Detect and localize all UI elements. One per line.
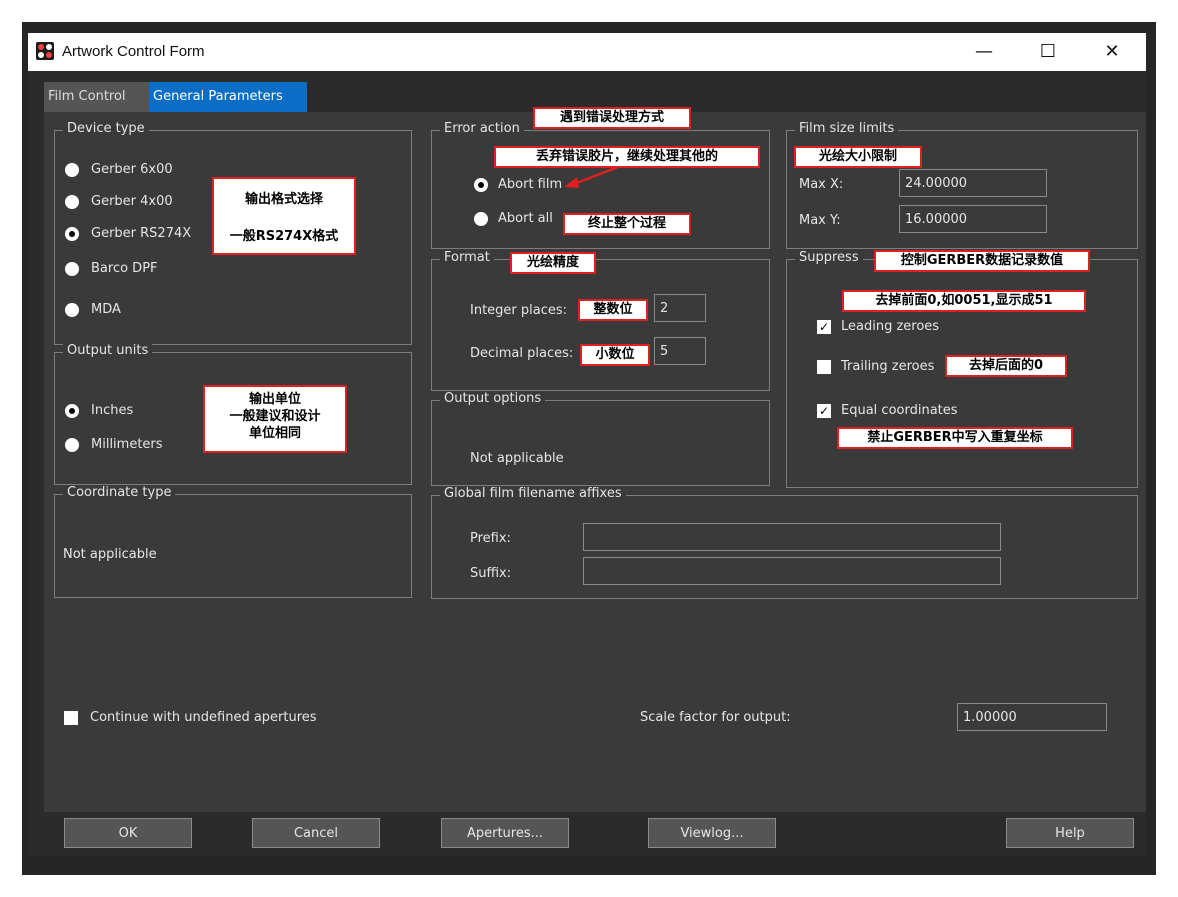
continue-undefined-label: Continue with undefined apertures [90,710,317,725]
output-units-label: Output units [63,343,153,358]
film-size-annotation: 光绘大小限制 [794,146,922,168]
integer-places-annotation: 整数位 [578,299,648,321]
decimal-places-input[interactable]: 5 [654,337,706,365]
radio-mda[interactable] [65,303,79,317]
minimize-icon[interactable]: — [961,37,1007,67]
radio-inches[interactable] [65,404,79,418]
decimal-places-label: Decimal places: [470,346,574,361]
abort-film-annotation: 丢弃错误胶片，继续处理其他的 [494,146,760,168]
window-title: Artwork Control Form [62,43,205,60]
annotation-arrow [564,165,619,188]
tab-general-parameters[interactable]: General Parameters [149,82,307,112]
gerber-6x00-label: Gerber 6x00 [91,162,173,177]
tab-film-control[interactable]: Film Control [44,82,152,112]
status-bar [22,856,1156,875]
max-x-label: Max X: [799,177,844,192]
prefix-input[interactable] [583,523,1001,551]
arrow-head [564,177,579,188]
radio-abort-all[interactable] [474,212,488,226]
apertures-button[interactable]: Apertures... [441,818,569,848]
max-x-input[interactable]: 24.00000 [899,169,1047,197]
filename-affixes-label: Global film filename affixes [440,486,626,501]
radio-gerber-4x00[interactable] [65,195,79,209]
continue-undefined-checkbox[interactable] [64,711,78,725]
equal-coordinates-checkbox[interactable]: ✓ [817,404,831,418]
output-options-label: Output options [440,391,546,406]
mda-label: MDA [91,302,121,317]
radio-barco-dpf[interactable] [65,262,79,276]
close-icon[interactable]: ✕ [1089,37,1135,67]
millimeters-label: Millimeters [91,437,163,452]
integer-places-input[interactable]: 2 [654,294,706,322]
device-type-note-line2: 一般RS274X格式 [229,229,339,244]
format-label: Format [440,250,494,265]
leading-zeroes-annotation: 去掉前面0,如0051,显示成51 [842,290,1086,312]
output-units-note-line1: 输出单位 [248,392,301,407]
arrow-shaft [573,165,619,186]
coordinate-type-label: Coordinate type [63,485,176,500]
suppress-annotation: 控制GERBER数据记录数值 [874,250,1090,272]
abort-film-label: Abort film [498,177,563,192]
equal-coordinates-annotation: 禁止GERBER中写入重复坐标 [837,427,1073,449]
device-type-note-line1: 输出格式选择 [244,192,323,207]
output-units-note-line2: 一般建议和设计 [229,409,321,424]
format-group: Format Integer places: 2 Decimal places:… [431,250,770,391]
leading-zeroes-checkbox[interactable]: ✓ [817,320,831,334]
max-y-input[interactable]: 16.00000 [899,205,1047,233]
equal-coordinates-label: Equal coordinates [841,403,958,418]
cancel-button[interactable]: Cancel [252,818,380,848]
integer-places-label: Integer places: [470,303,568,318]
trailing-zeroes-checkbox[interactable] [817,360,831,374]
coordinate-type-group: Coordinate type Not applicable [54,485,412,598]
filename-affixes-group: Global film filename affixes Prefix: Suf… [431,486,1138,599]
radio-gerber-6x00[interactable] [65,163,79,177]
help-button[interactable]: Help [1006,818,1134,848]
device-type-label: Device type [63,121,149,136]
suffix-input[interactable] [583,557,1001,585]
device-type-annotation: 输出格式选择 一般RS274X格式 [212,177,356,255]
suffix-label: Suffix: [470,566,512,581]
maximize-icon[interactable]: ☐ [1025,37,1071,67]
output-options-group: Output options Not applicable [431,391,770,486]
abort-all-label: Abort all [498,211,553,226]
error-action-annotation: 遇到错误处理方式 [533,107,691,129]
viewlog-button[interactable]: Viewlog... [648,818,776,848]
trailing-zeroes-label: Trailing zeroes [841,359,935,374]
coordinate-type-value: Not applicable [63,547,157,562]
decimal-places-annotation: 小数位 [580,344,650,366]
error-action-label: Error action [440,121,524,136]
scale-factor-label: Scale factor for output: [640,710,791,725]
suppress-label: Suppress [795,250,863,265]
ok-button[interactable]: OK [64,818,192,848]
app-icon [36,42,54,60]
inches-label: Inches [91,403,134,418]
output-units-note-line3: 单位相同 [248,426,301,441]
radio-millimeters[interactable] [65,438,79,452]
scale-factor-input[interactable]: 1.00000 [957,703,1107,731]
leading-zeroes-label: Leading zeroes [841,319,940,334]
gerber-4x00-label: Gerber 4x00 [91,194,173,209]
output-units-annotation: 输出单位 一般建议和设计 单位相同 [203,385,347,453]
title-bar[interactable]: Artwork Control Form — ☐ ✕ [28,33,1146,71]
prefix-label: Prefix: [470,531,511,546]
gerber-rs274x-label: Gerber RS274X [91,226,192,241]
trailing-zeroes-annotation: 去掉后面的0 [945,355,1067,377]
abort-all-annotation: 终止整个过程 [563,213,691,235]
max-y-label: Max Y: [799,213,841,228]
radio-abort-film[interactable] [474,178,488,192]
barco-dpf-label: Barco DPF [91,261,158,276]
output-options-value: Not applicable [470,451,564,466]
format-annotation: 光绘精度 [510,252,596,274]
film-size-limits-label: Film size limits [795,121,899,136]
radio-gerber-rs274x[interactable] [65,227,79,241]
